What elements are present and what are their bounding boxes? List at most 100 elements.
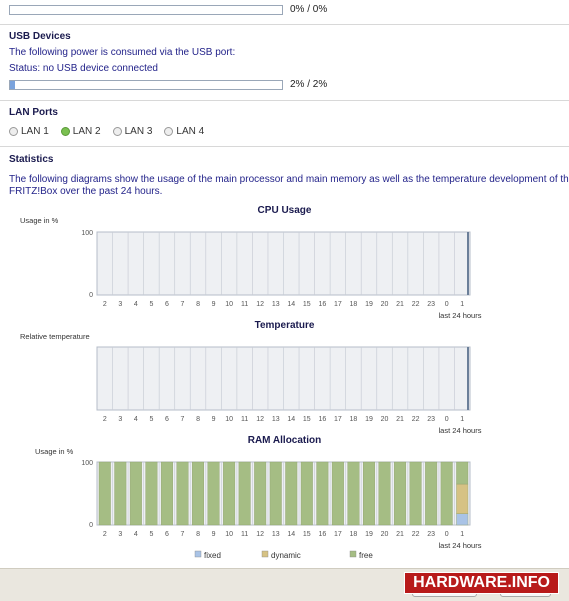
x-tick-label: 0 (445, 416, 449, 423)
x-tick-label: 11 (241, 301, 248, 308)
x-tick-label: 15 (303, 416, 311, 423)
x-tick-label: 12 (256, 301, 264, 308)
x-tick-label: 16 (318, 531, 326, 538)
x-tick-label: 20 (381, 416, 389, 423)
x-tick-label: 4 (134, 301, 138, 308)
x-tick-label: 14 (287, 531, 295, 538)
legend-label-free: free (359, 551, 373, 560)
bar-free (331, 461, 344, 526)
x-tick-label: 9 (212, 416, 216, 423)
bar-free (238, 461, 251, 526)
bar-free (129, 461, 142, 526)
y-tick-label: 100 (81, 460, 93, 467)
legend-label-dynamic: dynamic (271, 551, 301, 560)
x-tick-label: 6 (165, 301, 169, 308)
bar-free (176, 461, 189, 526)
legend-swatch-dynamic (261, 550, 269, 558)
bar-free (347, 461, 360, 526)
bar-free (207, 461, 220, 526)
x-tick-label: 19 (365, 301, 373, 308)
x-tick-label: 23 (427, 531, 435, 538)
bar-free (316, 461, 329, 526)
x-tick-label: 4 (134, 416, 138, 423)
x-tick-label: 6 (165, 531, 169, 538)
x-tick-label: 19 (365, 531, 373, 538)
x-tick-label: 3 (118, 531, 122, 538)
bar-free (269, 461, 282, 526)
y-axis-label: Usage in % (35, 447, 74, 456)
x-tick-label: 14 (287, 301, 295, 308)
x-tick-label: 20 (381, 301, 389, 308)
bar-free (192, 461, 204, 526)
x-tick-label: 2 (103, 416, 107, 423)
x-tick-label: 8 (196, 301, 200, 308)
x-tick-label: 8 (196, 416, 200, 423)
legend-swatch-free (349, 550, 357, 558)
x-tick-label: 19 (365, 416, 373, 423)
x-tick-label: 1 (460, 531, 464, 538)
y-tick-label: 0 (89, 522, 93, 529)
x-tick-label: 11 (241, 416, 248, 423)
x-tick-label: 21 (396, 531, 404, 538)
bar-free (363, 461, 375, 526)
x-tick-label: 17 (334, 531, 342, 538)
y-tick-label: 0 (89, 292, 93, 299)
x-tick-label: 6 (165, 416, 169, 423)
x-tick-label: 13 (272, 416, 280, 423)
x-tick-label: 18 (350, 531, 358, 538)
legend-label-fixed: fixed (204, 551, 221, 560)
x-tick-label: 21 (396, 301, 404, 308)
y-axis-label: Usage in % (20, 216, 59, 225)
x-tick-label: 4 (134, 531, 138, 538)
x-tick-label: 2 (103, 301, 107, 308)
x-tick-label: 7 (181, 531, 185, 538)
x-tick-label: 16 (318, 416, 326, 423)
bar-free (300, 461, 313, 526)
x-tick-label: 7 (181, 416, 185, 423)
x-tick-label: 17 (334, 301, 342, 308)
x-tick-label: 15 (303, 531, 311, 538)
x-tick-label: 5 (149, 416, 153, 423)
x-axis-label: last 24 hours (439, 311, 482, 320)
x-tick-label: 0 (445, 531, 449, 538)
x-tick-label: 22 (412, 301, 420, 308)
x-axis-label: last 24 hours (439, 426, 482, 435)
x-tick-label: 18 (350, 416, 358, 423)
bar-free (394, 461, 407, 526)
x-tick-label: 21 (396, 416, 404, 423)
x-tick-label: 22 (412, 416, 420, 423)
x-tick-label: 5 (149, 531, 153, 538)
x-tick-label: 18 (350, 301, 358, 308)
y-axis-label: Relative temperature (20, 332, 90, 341)
x-tick-label: 17 (334, 416, 342, 423)
x-axis-label: last 24 hours (439, 541, 482, 550)
x-tick-label: 3 (118, 416, 122, 423)
x-tick-label: 10 (225, 301, 233, 308)
statistics-charts: Usage in %10002 3 4 5 6 7 8 9 10 11 12 13 14 15 16 17 18… (20, 216, 482, 560)
x-tick-label: 22 (412, 531, 420, 538)
x-tick-label: 1 (460, 301, 464, 308)
x-tick-label: 23 (427, 416, 435, 423)
x-tick-label: 14 (287, 416, 295, 423)
x-tick-label: 9 (212, 301, 216, 308)
legend-swatch-fixed (194, 550, 202, 558)
bar-free (254, 461, 267, 526)
x-tick-label: 12 (256, 531, 264, 538)
x-tick-label: 16 (318, 301, 326, 308)
bar-free (285, 461, 298, 526)
bar-free (145, 461, 158, 526)
x-tick-label: 13 (272, 301, 280, 308)
bar-free (409, 461, 422, 526)
x-tick-label: 5 (149, 301, 153, 308)
x-tick-label: 3 (118, 301, 122, 308)
x-tick-label: 13 (272, 531, 280, 538)
bar-free (440, 461, 453, 526)
bar-fixed (456, 513, 469, 526)
x-tick-label: 12 (256, 416, 264, 423)
bar (467, 347, 469, 410)
bar-free (425, 461, 438, 526)
bar-free (223, 461, 236, 526)
bar (467, 232, 469, 295)
x-tick-label: 15 (303, 301, 311, 308)
watermark-logo: HARDWARE.INFO (404, 572, 559, 594)
